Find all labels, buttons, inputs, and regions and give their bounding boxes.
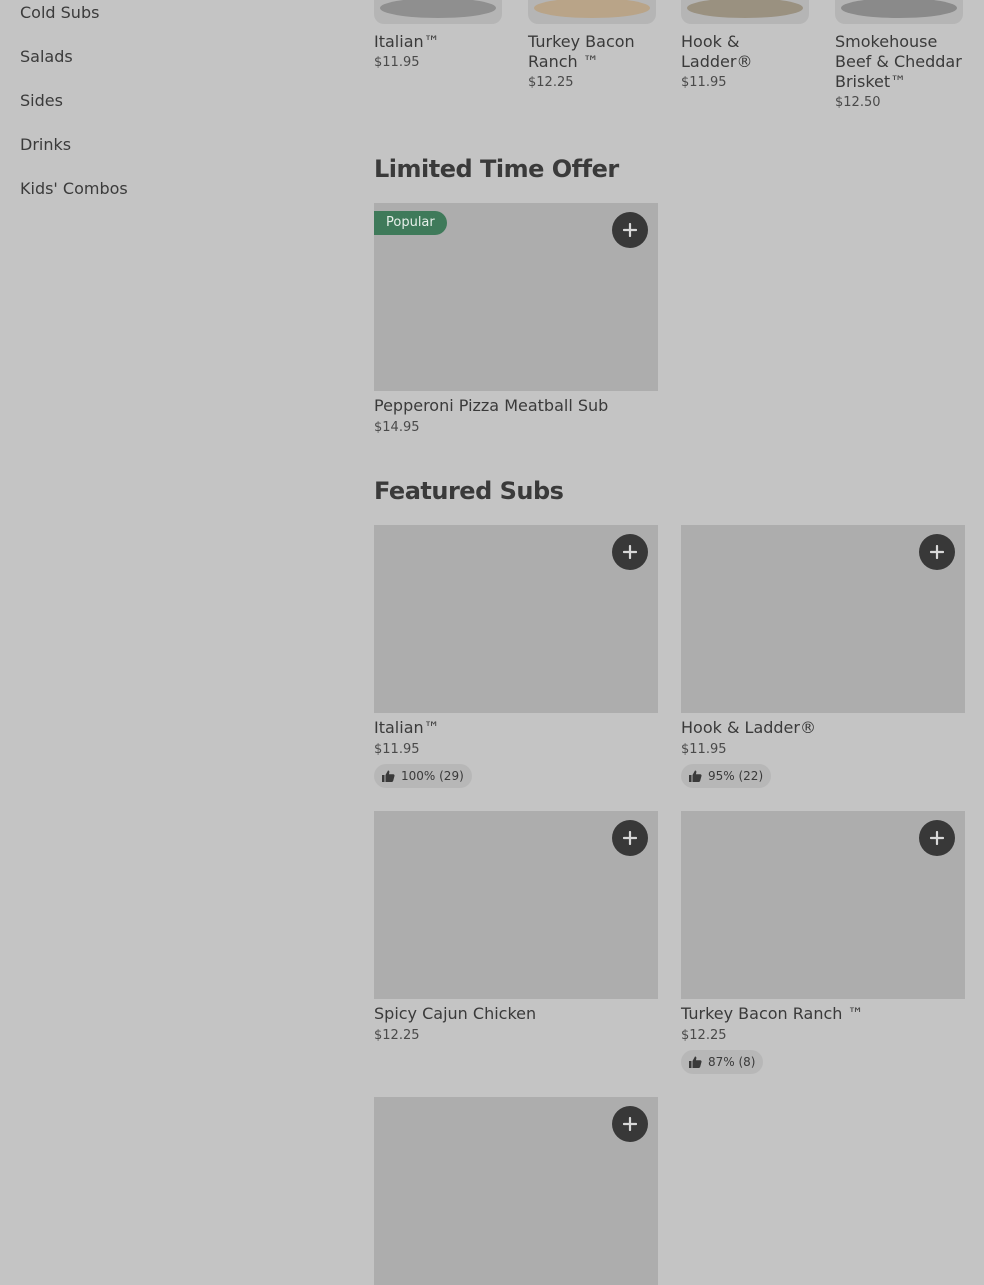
rating-badge: 87% (8) [681, 1050, 764, 1074]
item-price: $11.95 [681, 742, 727, 757]
item-name: Hook & Ladder® [681, 718, 816, 737]
plus-icon [623, 1117, 637, 1131]
sidebar-item-salads[interactable]: Salads [20, 34, 320, 78]
add-item-button[interactable] [612, 534, 648, 570]
item-name: Turkey Bacon Ranch ™ [681, 1004, 864, 1023]
section-title-limited-time-offer: Limited Time Offer [374, 155, 619, 183]
item-image[interactable] [528, 0, 656, 24]
plus-icon [623, 831, 637, 845]
item-name: Pepperoni Pizza Meatball Sub [374, 396, 609, 415]
section-title-featured-subs: Featured Subs [374, 477, 564, 505]
sidebar-item-label: Sides [20, 90, 63, 110]
menu-item-card[interactable]: Hook & Ladder® $11.95 95% (22) [681, 525, 965, 788]
item-price: $12.50 [835, 95, 881, 110]
popular-items-row: Italian™ $11.95 Turkey Bacon Ranch ™ $12… [374, 0, 974, 130]
add-item-button[interactable] [612, 1106, 648, 1142]
item-name: Italian™ [374, 32, 440, 51]
rating-badge: 95% (22) [681, 764, 772, 788]
item-price: $12.25 [374, 1028, 420, 1043]
item-name: Italian™ [374, 718, 440, 737]
sidebar-item-sides[interactable]: Sides [20, 78, 320, 122]
sidebar-item-label: Drinks [20, 134, 72, 154]
sidebar-item-cold-subs[interactable]: Cold Subs [20, 0, 320, 34]
plus-icon [623, 223, 637, 237]
rating-text: 95% (22) [708, 769, 764, 783]
item-name: Spicy Cajun Chicken [374, 1004, 537, 1023]
item-image[interactable] [374, 1097, 658, 1285]
menu-item-card[interactable]: Italian™ $11.95 100% (29) [374, 525, 658, 788]
item-image[interactable] [681, 0, 809, 24]
item-price: $11.95 [374, 742, 420, 757]
rating-badge: 100% (29) [374, 764, 472, 788]
item-image[interactable]: Popular [374, 203, 658, 391]
item-image[interactable] [374, 0, 502, 24]
category-sidebar: Cold Subs Salads Sides Drinks Kids' Comb… [20, 0, 320, 210]
item-price: $12.25 [681, 1028, 727, 1043]
item-price: $11.95 [681, 75, 727, 90]
plus-icon [930, 545, 944, 559]
item-price: $12.25 [528, 75, 574, 90]
item-name: Hook & Ladder® [681, 32, 753, 71]
item-image[interactable] [374, 811, 658, 999]
thumbs-up-icon [382, 770, 395, 782]
sidebar-item-kids-combos[interactable]: Kids' Combos [20, 166, 320, 210]
sidebar-item-label: Cold Subs [20, 2, 100, 22]
item-image[interactable] [835, 0, 963, 24]
item-image[interactable] [374, 525, 658, 713]
item-image[interactable] [681, 811, 965, 999]
item-price: $14.95 [374, 420, 420, 435]
popular-badge: Popular [374, 211, 447, 235]
item-name: Smokehouse Beef & Cheddar Brisket™ [835, 32, 962, 91]
add-item-button[interactable] [612, 820, 648, 856]
rating-text: 100% (29) [401, 769, 464, 783]
menu-item-card[interactable]: Spicy Cajun Chicken $12.25 [374, 811, 658, 1044]
menu-item-card[interactable]: Turkey Bacon Ranch ™ $12.25 87% (8) [681, 811, 965, 1074]
add-item-button[interactable] [919, 534, 955, 570]
add-item-button[interactable] [919, 820, 955, 856]
menu-item-card[interactable] [374, 1097, 658, 1285]
sidebar-item-drinks[interactable]: Drinks [20, 122, 320, 166]
menu-item-card[interactable]: Popular Pepperoni Pizza Meatball Sub $14… [374, 203, 658, 436]
sidebar-item-label: Salads [20, 46, 73, 66]
sidebar-item-label: Kids' Combos [20, 178, 128, 198]
add-item-button[interactable] [612, 212, 648, 248]
item-name: Turkey Bacon Ranch ™ [528, 32, 635, 71]
rating-text: 87% (8) [708, 1055, 756, 1069]
thumbs-up-icon [689, 1056, 702, 1068]
item-image[interactable] [681, 525, 965, 713]
plus-icon [623, 545, 637, 559]
thumbs-up-icon [689, 770, 702, 782]
plus-icon [930, 831, 944, 845]
item-price: $11.95 [374, 55, 420, 70]
